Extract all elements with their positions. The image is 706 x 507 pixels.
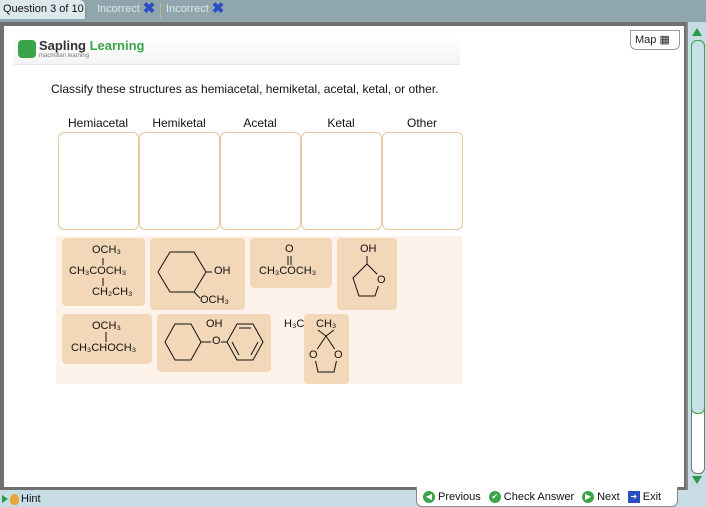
next-button[interactable]: ▶ Next <box>582 490 620 503</box>
bin-other[interactable] <box>382 132 463 230</box>
substituent-label: OH <box>214 265 231 277</box>
divider <box>160 3 161 18</box>
structure-tile[interactable]: H₃C CH₃ O O <box>284 314 349 384</box>
formula-text: CH₃CHOCH₃ <box>71 342 137 354</box>
hint-button[interactable]: Hint <box>2 493 41 505</box>
brand-name-b: Learning <box>89 38 145 53</box>
scroll-up-icon[interactable] <box>692 28 702 36</box>
exit-button[interactable]: ➜ Exit <box>627 490 662 503</box>
structure-tile[interactable]: OCH₃ CH₃COCH₃ CH₂CH₃ <box>62 238 145 306</box>
bin-label-other: Other <box>406 116 437 130</box>
ring-oxygen: O <box>334 349 343 361</box>
map-button[interactable]: Map ▦ <box>630 30 680 50</box>
x-icon: ✖ <box>211 0 225 17</box>
formula-text: OCH₃ <box>92 244 121 256</box>
bin-label-ketal: Ketal <box>327 116 355 130</box>
bin-hemiketal[interactable] <box>139 132 220 230</box>
formula-text: OCH₃ <box>92 320 121 332</box>
sitemap-icon: ▦ <box>659 34 670 46</box>
scroll-down-icon[interactable] <box>692 476 702 484</box>
bin-ketal[interactable] <box>301 132 382 230</box>
formula-text: CH₃COCH₃ <box>69 265 127 277</box>
substituent-label: OH <box>206 318 223 330</box>
attempt-1[interactable]: Incorrect ✖ <box>97 0 156 17</box>
attempt-status: Incorrect <box>97 3 140 15</box>
brand-sub: macmillan learning <box>39 53 90 59</box>
hint-label: Hint <box>21 493 41 505</box>
bin-acetal[interactable] <box>220 132 301 230</box>
structure-tile[interactable]: OCH₃ CH₃CHOCH₃ <box>62 314 152 364</box>
bin-hemiacetal[interactable] <box>58 132 139 230</box>
methyl-label: CH₃ <box>316 318 337 330</box>
bin-label-acetal: Acetal <box>243 116 277 130</box>
top-bar: Question 3 of 10 Incorrect ✖ Incorrect ✖ <box>0 0 706 23</box>
sapling-logo-icon <box>18 40 36 58</box>
structure-tile[interactable]: OH O <box>157 314 271 372</box>
check-icon: ✔ <box>488 490 501 503</box>
ring-oxygen: O <box>377 274 386 286</box>
previous-button[interactable]: ◀ Previous <box>423 490 481 503</box>
vertical-scrollbar[interactable] <box>686 22 706 490</box>
attempt-2[interactable]: Incorrect ✖ <box>166 0 225 17</box>
ring-oxygen: O <box>309 349 318 361</box>
formula-text: CH₂CH₃ <box>92 286 133 298</box>
arrow-right-icon: ▶ <box>582 490 595 503</box>
formula-text: O <box>285 243 294 255</box>
bin-label-hemiacetal: Hemiacetal <box>67 116 129 130</box>
lightbulb-icon <box>10 493 19 505</box>
scroll-thumb[interactable] <box>691 40 705 414</box>
methyl-label: H₃C <box>284 318 305 330</box>
brand-name: Sapling Learning <box>39 38 144 53</box>
arrow-left-icon: ◀ <box>423 490 435 503</box>
expand-arrow-icon <box>2 495 8 503</box>
structure-tile[interactable]: O CH₃COCH₃ <box>250 238 332 288</box>
nav-bar: ◀ Previous ✔ Check Answer ▶ Next ➜ Exit <box>416 487 678 507</box>
brand-header: Sapling Learning macmillan learning <box>14 36 460 65</box>
brand-name-a: Sapling <box>39 38 86 53</box>
structure-tile[interactable]: OH OCH₃ <box>150 238 245 310</box>
content-area: Sapling Learning macmillan learning Map … <box>4 26 684 487</box>
formula-text: CH₃COCH₃ <box>259 265 317 277</box>
question-tab[interactable]: Question 3 of 10 <box>0 0 86 19</box>
previous-label: Previous <box>438 490 481 503</box>
substituent-label: OCH₃ <box>200 294 229 306</box>
substituent-label: OH <box>360 243 377 255</box>
attempt-status: Incorrect <box>166 3 209 15</box>
structure-tile[interactable]: OH O <box>337 238 397 310</box>
next-label: Next <box>597 490 620 503</box>
bin-label-hemiketal: Hemiketal <box>152 116 206 130</box>
map-label: Map <box>635 34 657 46</box>
check-answer-button[interactable]: ✔ Check Answer <box>488 490 575 503</box>
x-icon: ✖ <box>142 0 156 17</box>
ether-oxygen: O <box>212 335 221 347</box>
exit-label: Exit <box>642 490 662 503</box>
question-prompt: Classify these structures as hemiacetal,… <box>51 82 439 96</box>
exit-icon: ➜ <box>627 490 640 503</box>
check-label: Check Answer <box>503 490 575 503</box>
